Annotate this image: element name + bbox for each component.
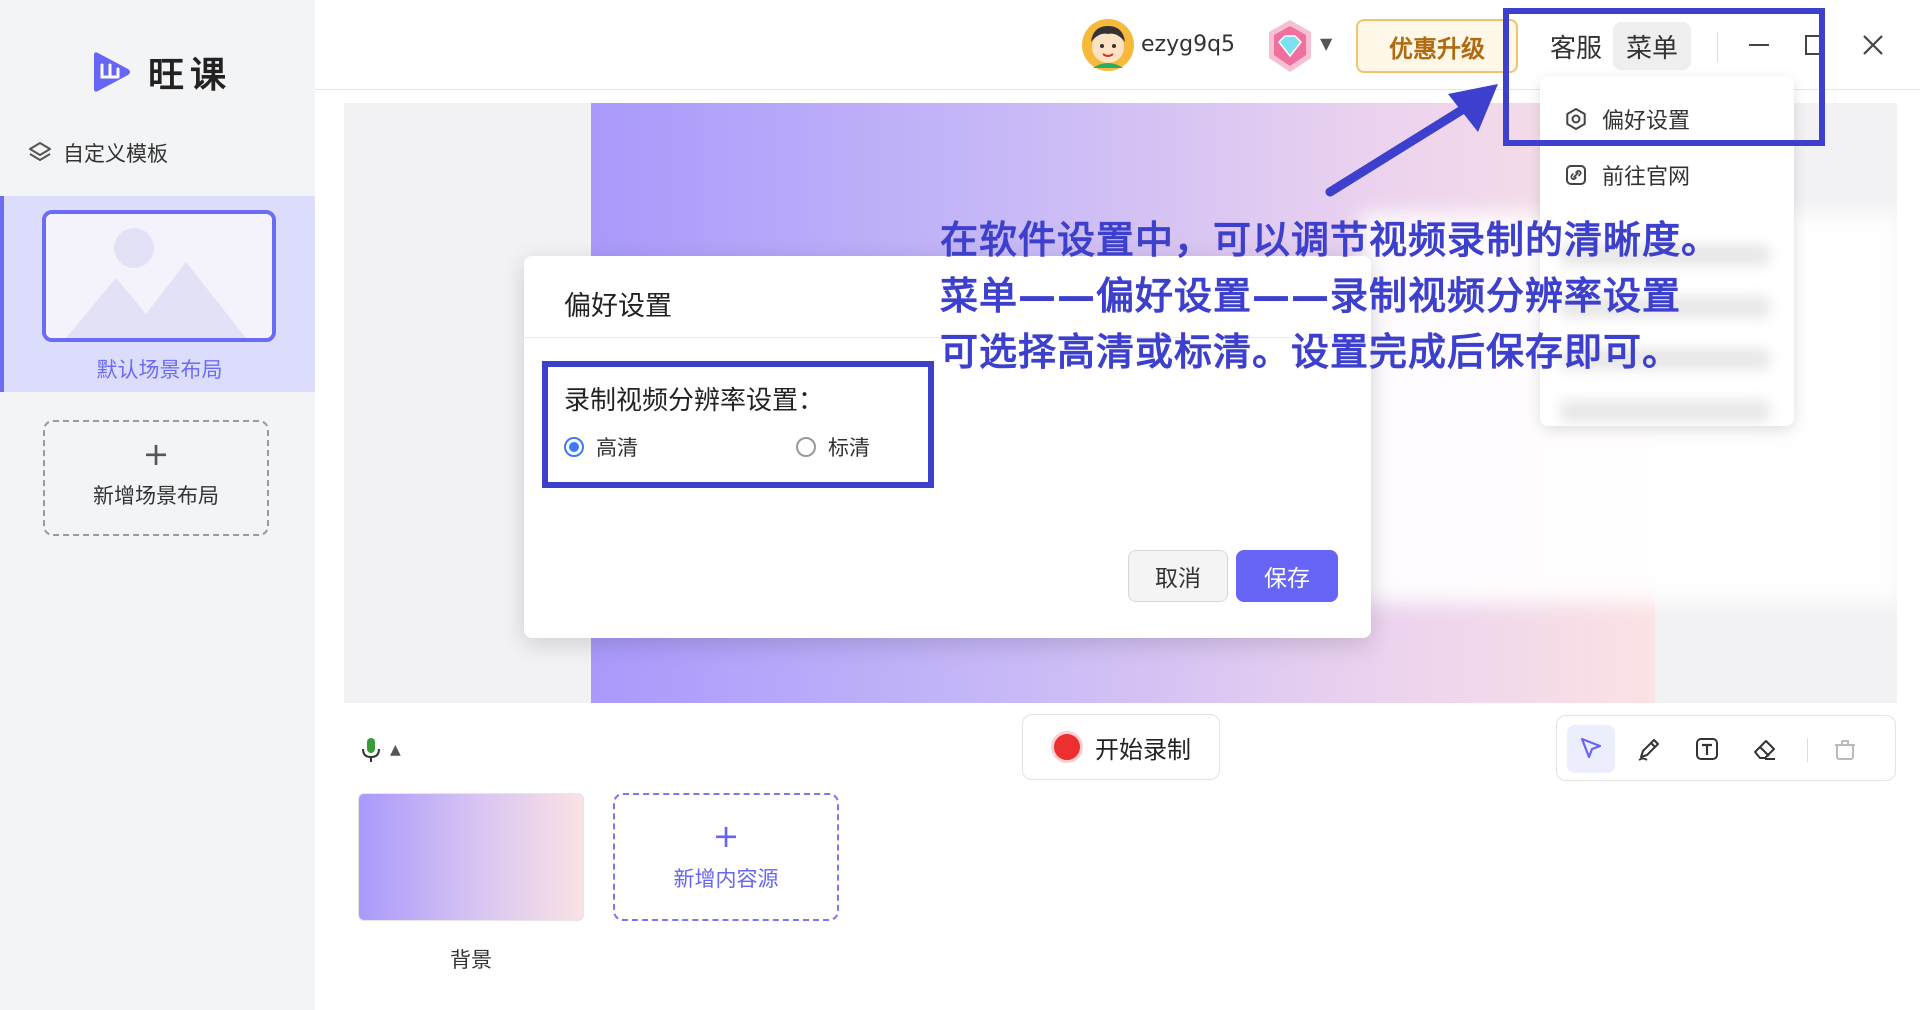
highlight-box-resolution bbox=[542, 361, 934, 488]
add-content-source-label: 新增内容源 bbox=[673, 867, 779, 891]
close-icon[interactable] bbox=[1858, 30, 1888, 60]
save-button[interactable]: 保存 bbox=[1236, 550, 1338, 602]
cursor-icon bbox=[1580, 737, 1602, 759]
pen-tool-button[interactable] bbox=[1625, 725, 1673, 773]
username: ezyg9q5 bbox=[1141, 32, 1236, 57]
toolbar-divider bbox=[1807, 738, 1808, 762]
content-source-background[interactable] bbox=[358, 793, 584, 921]
image-placeholder-icon bbox=[46, 214, 272, 338]
plus-icon: + bbox=[712, 817, 740, 855]
annotation-text: 在软件设置中，可以调节视频录制的清晰度。 菜单——偏好设置——录制视频分辨率设置… bbox=[940, 212, 1720, 380]
cancel-button[interactable]: 取消 bbox=[1128, 550, 1228, 602]
add-scene-button[interactable]: + 新增场景布局 bbox=[43, 420, 269, 536]
record-label: 开始录制 bbox=[1095, 735, 1191, 764]
highlight-box-menu bbox=[1503, 8, 1825, 146]
plus-icon: + bbox=[142, 435, 170, 473]
dialog-title: 偏好设置 bbox=[564, 291, 672, 322]
add-content-source-button[interactable]: + 新增内容源 bbox=[613, 793, 839, 921]
sidebar: 旺课 自定义模板 默认场景布局 + 新增场景布局 bbox=[0, 0, 315, 1010]
microphone-control[interactable]: ▲ bbox=[360, 736, 401, 764]
scene-label: 默认场景布局 bbox=[96, 358, 223, 382]
app-logo: 旺课 bbox=[88, 46, 232, 98]
menu-item-label: 前往官网 bbox=[1602, 165, 1691, 190]
menu-item-website[interactable]: 前往官网 bbox=[1564, 159, 1690, 191]
start-recording-button[interactable]: 开始录制 bbox=[1022, 714, 1220, 780]
annotation-arrow-icon bbox=[1325, 84, 1498, 197]
record-icon bbox=[1051, 731, 1083, 763]
content-source-label: 背景 bbox=[450, 948, 492, 972]
scene-thumbnail bbox=[42, 210, 276, 342]
app-name: 旺课 bbox=[148, 55, 233, 96]
eraser-tool-button[interactable] bbox=[1741, 725, 1789, 773]
eraser-icon bbox=[1754, 740, 1775, 760]
logo-icon bbox=[94, 52, 130, 92]
clear-icon bbox=[1835, 740, 1855, 760]
clear-tool-button[interactable] bbox=[1821, 725, 1869, 773]
layers-icon bbox=[29, 142, 51, 161]
select-tool-button[interactable] bbox=[1567, 725, 1615, 773]
chevron-up-icon[interactable]: ▲ bbox=[390, 742, 401, 758]
custom-template-button[interactable]: 自定义模板 bbox=[27, 138, 168, 168]
microphone-icon bbox=[362, 738, 380, 762]
annotation-line: 可选择高清或标清。设置完成后保存即可。 bbox=[940, 330, 1682, 374]
text-tool-button[interactable] bbox=[1683, 725, 1731, 773]
pen-icon bbox=[1638, 739, 1659, 761]
annotation-line: 在软件设置中，可以调节视频录制的清晰度。 bbox=[940, 218, 1721, 262]
custom-template-label: 自定义模板 bbox=[63, 142, 168, 166]
vip-badge-icon[interactable] bbox=[1265, 18, 1315, 74]
annotation-line: 菜单——偏好设置——录制视频分辨率设置 bbox=[940, 274, 1682, 318]
chevron-down-icon[interactable]: ▼ bbox=[1320, 34, 1332, 53]
text-icon bbox=[1696, 738, 1718, 760]
drawing-toolbar bbox=[1556, 715, 1896, 781]
scene-item-default[interactable]: 默认场景布局 bbox=[0, 196, 315, 392]
add-scene-label: 新增场景布局 bbox=[93, 484, 219, 508]
upgrade-button[interactable]: 优惠升级 bbox=[1356, 19, 1518, 73]
avatar[interactable] bbox=[1081, 18, 1135, 72]
link-icon bbox=[1566, 165, 1586, 185]
